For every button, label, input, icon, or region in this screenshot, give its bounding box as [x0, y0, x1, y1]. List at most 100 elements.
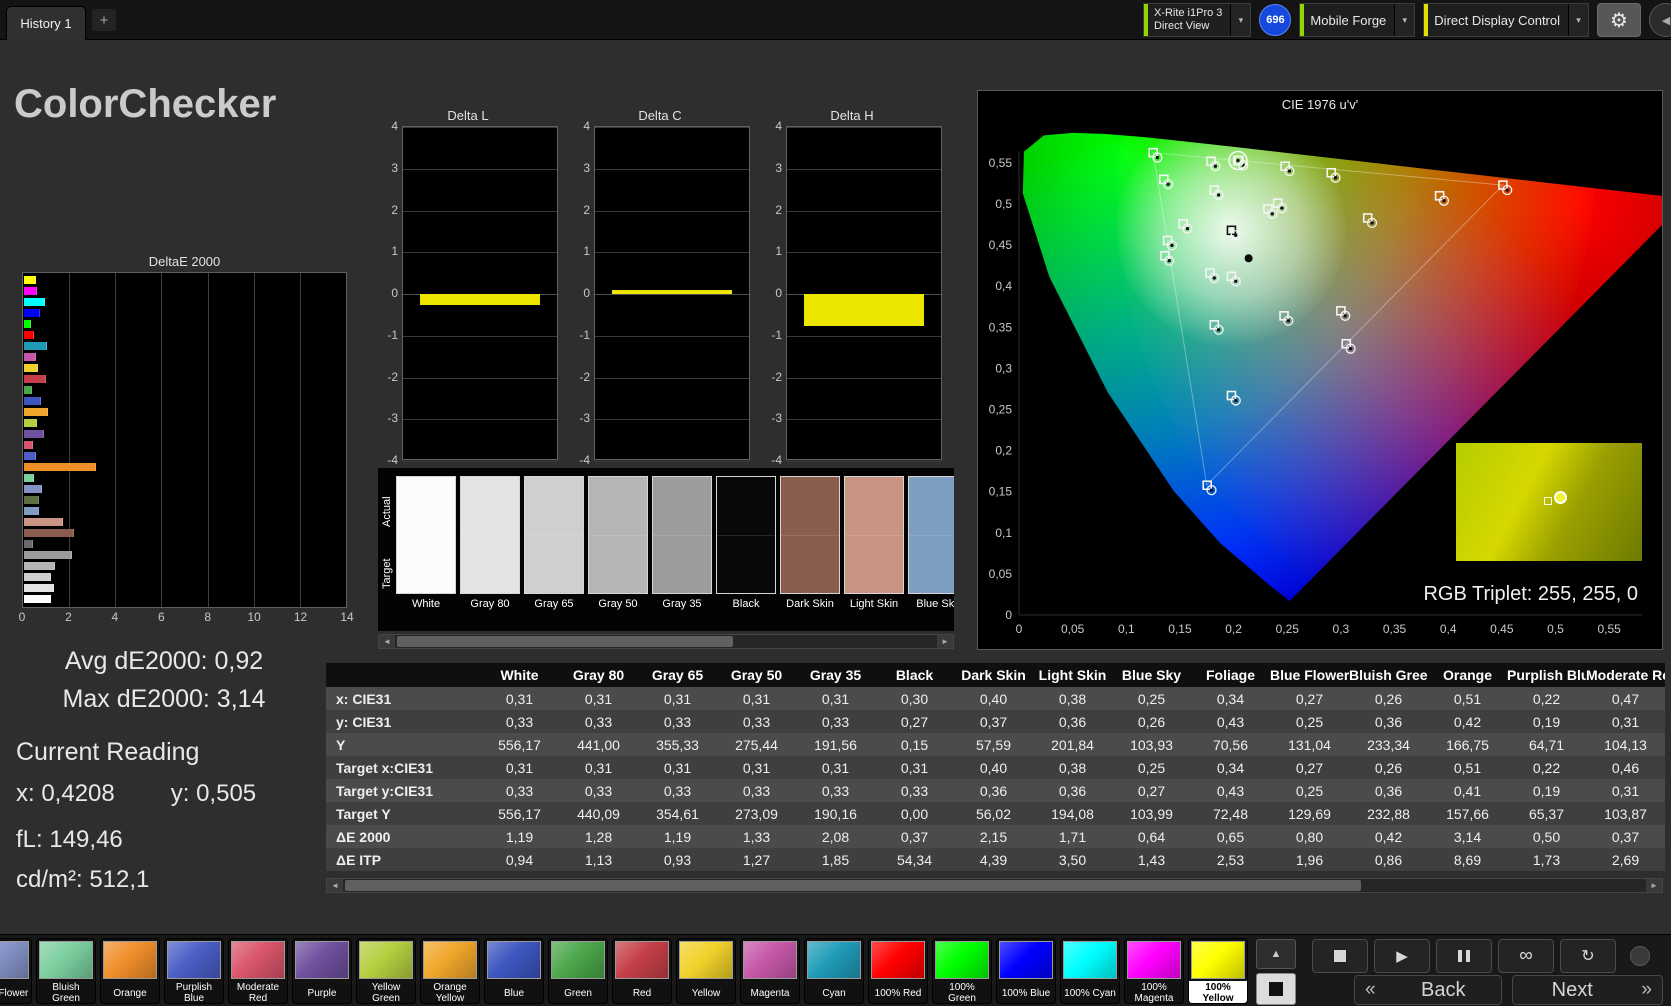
table-cell: 54,34 [875, 848, 954, 871]
actual-swatch [781, 477, 839, 535]
scrollbar-thumb[interactable] [397, 636, 734, 647]
scroll-left-icon[interactable]: ◄ [327, 879, 343, 892]
patch-button-purplish-blue[interactable]: Purplish Blue [164, 938, 224, 1004]
table-cell: 0,86 [1349, 848, 1428, 871]
y-tick-label: -1 [771, 327, 782, 342]
table-cell: 0,31 [480, 756, 559, 779]
gridline [403, 461, 557, 462]
swatch-white: White [396, 476, 456, 610]
swatch-color [716, 476, 776, 594]
column-header-blue-sky: Blue Sky [1112, 663, 1191, 687]
patch-button-cyan[interactable]: Cyan [804, 938, 864, 1004]
swatch-strip-scrollbar[interactable]: ◄ ► [378, 634, 954, 649]
scrollbar-thumb[interactable] [345, 880, 1362, 891]
deltae-bar-100-blue [24, 309, 41, 317]
add-tab-button[interactable]: + [92, 9, 116, 31]
table-cell: 0,25 [1112, 687, 1191, 710]
table-cell: 8,69 [1428, 848, 1507, 871]
refresh-button[interactable]: ↻ [1560, 939, 1616, 973]
table-cell: 0,40 [954, 687, 1033, 710]
table-cell: 0,30 [875, 687, 954, 710]
refresh-icon: ↻ [1581, 948, 1595, 965]
play-button[interactable]: ▶ [1374, 939, 1430, 973]
target-row-label: Target [381, 558, 393, 590]
patch-button-100-blue[interactable]: 100% Blue [996, 938, 1056, 1004]
patch-button-yellow-green[interactable]: Yellow Green [356, 938, 416, 1004]
table-cell: 0,31 [796, 756, 875, 779]
scroll-left-icon[interactable]: ◄ [379, 635, 395, 648]
deltae-bar-yellow-green [24, 419, 37, 427]
table-cell: 103,87 [1586, 802, 1665, 825]
gridline [403, 168, 557, 170]
table-cell: 0,41 [1428, 779, 1507, 802]
y-tick-label: 0,4 [995, 279, 1012, 293]
patch-button-100-red[interactable]: 100% Red [868, 938, 928, 1004]
swatch-color [908, 476, 954, 594]
table-scrollbar[interactable]: ◄ ► [326, 878, 1663, 893]
back-button[interactable]: « Back [1354, 975, 1502, 1005]
y-axis: 4 3 2 1 0 -1 -2 -3 -4 [378, 119, 402, 467]
pause-button[interactable] [1436, 939, 1492, 973]
x-tick-label: 0,15 [1168, 622, 1192, 636]
x-tick-label: 2 [65, 610, 72, 624]
chevron-down-icon[interactable]: ▾ [1394, 4, 1415, 36]
display-control-dropdown[interactable]: Direct Display Control ▾ [1423, 3, 1589, 37]
scroll-right-icon[interactable]: ► [1646, 879, 1662, 892]
deltae-bar-blue-sky [24, 507, 39, 515]
gridline [403, 335, 557, 337]
patch-button-100-green[interactable]: 100% Green [932, 938, 992, 1004]
deltae-bar-100-cyan [24, 298, 45, 306]
tab-history-1[interactable]: History 1 [6, 6, 86, 40]
patch-button-blue-flower[interactable]: Blue Flower [0, 938, 32, 1004]
current-x: x: 0,4208 [16, 780, 115, 807]
table-cell: 441,00 [559, 733, 638, 756]
patch-label: Red [632, 987, 652, 999]
patch-button-blue[interactable]: Blue [484, 938, 544, 1004]
gridline [403, 377, 557, 379]
column-header-white: White [480, 663, 559, 687]
patch-button-green[interactable]: Green [548, 938, 608, 1004]
patch-color [295, 941, 349, 979]
patch-button-moderate-red[interactable]: Moderate Red [228, 938, 288, 1004]
chevron-down-icon[interactable]: ▾ [1230, 4, 1251, 36]
table-cell: 103,99 [1112, 802, 1191, 825]
source-dropdown[interactable]: Mobile Forge ▾ [1299, 3, 1416, 37]
avg-de2000: Avg dE2000: 0,92 [64, 647, 264, 675]
patch-button-red[interactable]: Red [612, 938, 672, 1004]
next-button[interactable]: Next » [1512, 975, 1663, 1005]
actual-swatch [909, 477, 954, 535]
patch-button-100-yellow[interactable]: 100% Yellow [1188, 938, 1248, 1004]
gridline [787, 210, 941, 212]
patch-button-bluish-green[interactable]: Bluish Green [36, 938, 96, 1004]
collapse-panel-button[interactable]: ◀ [1649, 3, 1671, 37]
patch-button-100-cyan[interactable]: 100% Cyan [1060, 938, 1120, 1004]
pattern-window-button[interactable] [1256, 973, 1296, 1005]
eject-button[interactable]: ▲ [1256, 939, 1296, 969]
chevron-down-icon[interactable]: ▾ [1568, 4, 1588, 36]
patch-button-100-magenta[interactable]: 100% Magenta [1124, 938, 1184, 1004]
swatch-label: Gray 50 [598, 598, 638, 610]
table-cell: 0,64 [1112, 825, 1191, 848]
table-cell: 56,02 [954, 802, 1033, 825]
patch-button-yellow[interactable]: Yellow [676, 938, 736, 1004]
measurement-count-badge[interactable]: 696 [1259, 4, 1292, 36]
scrollbar-track[interactable] [395, 635, 937, 648]
scrollbar-track[interactable] [343, 879, 1646, 892]
settings-button[interactable]: ⚙ [1597, 3, 1641, 37]
y-tick-label: -2 [771, 369, 782, 384]
stop-button[interactable] [1312, 939, 1368, 973]
loop-button[interactable]: ∞ [1498, 939, 1554, 973]
table-cell: 0,36 [1349, 710, 1428, 733]
patch-button-orange[interactable]: Orange [100, 938, 160, 1004]
table-cell: 0,33 [480, 779, 559, 802]
patch-color [871, 941, 925, 979]
patch-button-purple[interactable]: Purple [292, 938, 352, 1004]
record-indicator [1630, 946, 1650, 966]
patch-color [0, 941, 29, 979]
patch-button-magenta[interactable]: Magenta [740, 938, 800, 1004]
scroll-right-icon[interactable]: ► [937, 635, 953, 648]
meter-dropdown[interactable]: X-Rite i1Pro 3 Direct View ▾ [1142, 3, 1252, 37]
display-control-label: Direct Display Control [1434, 12, 1560, 28]
y-tick-label: -1 [387, 327, 398, 342]
patch-button-orange-yellow[interactable]: Orange Yellow [420, 938, 480, 1004]
